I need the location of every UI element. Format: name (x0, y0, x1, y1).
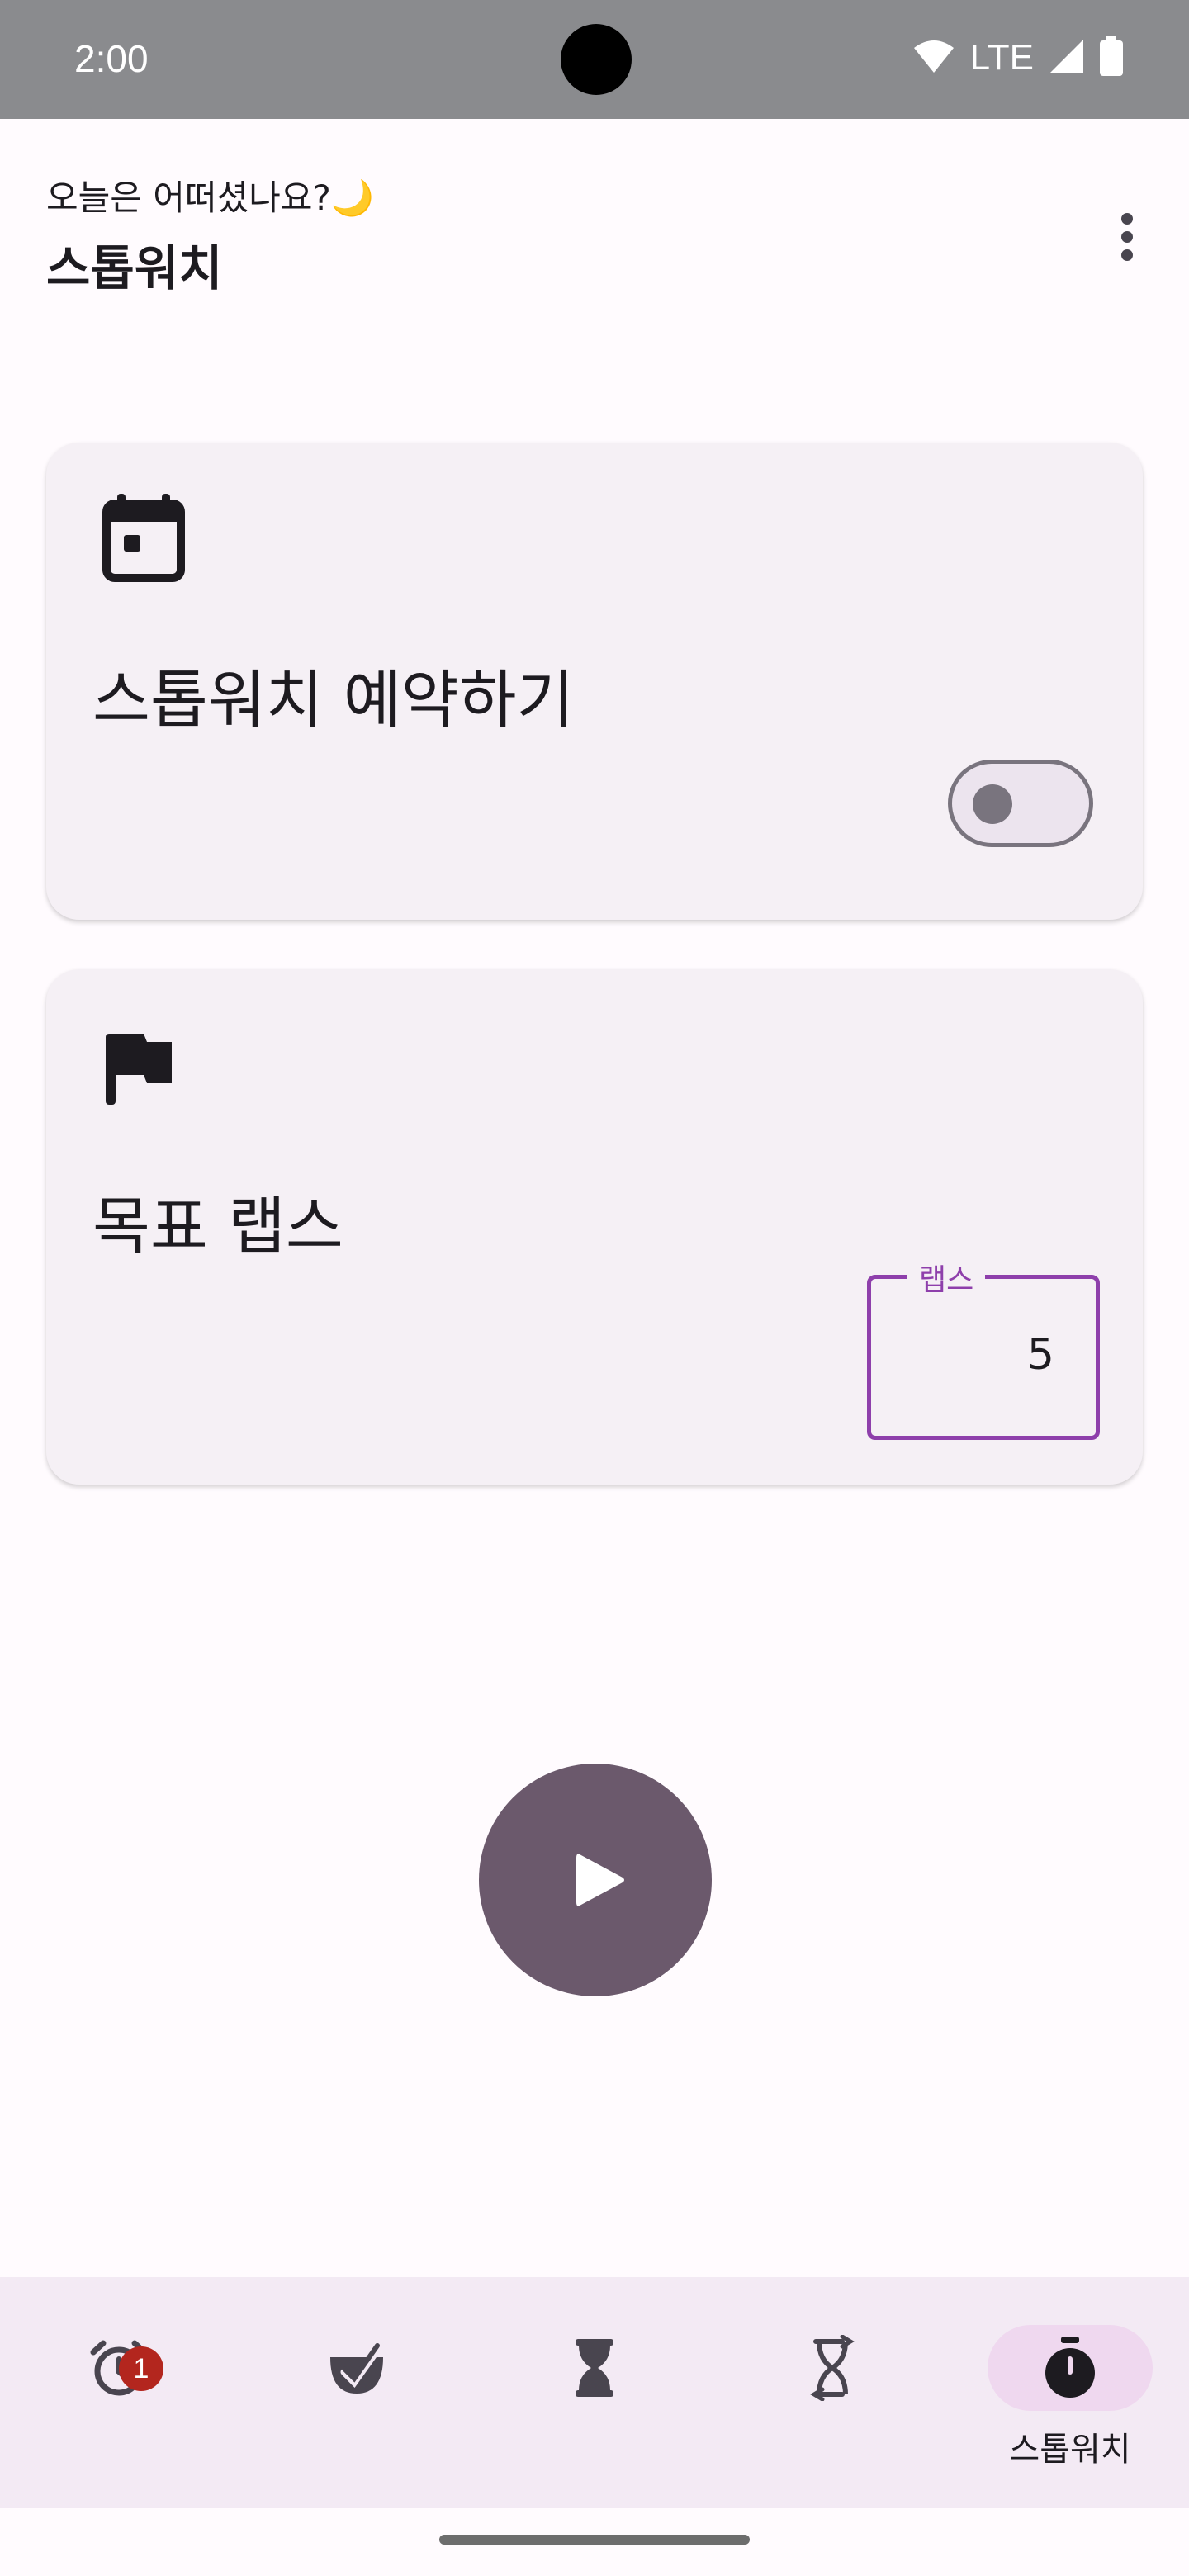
task-check-icon (274, 2325, 439, 2411)
play-icon (576, 1854, 624, 1906)
nav-item-tasks[interactable] (238, 2277, 476, 2508)
nav-item-stopwatch[interactable]: 스톱워치 (951, 2277, 1189, 2508)
toggle-knob (973, 784, 1012, 824)
more-vert-icon (1121, 213, 1133, 225)
page-title: 스톱워치 (46, 240, 223, 296)
home-indicator[interactable] (439, 2535, 750, 2545)
hourglass-icon (512, 2325, 677, 2411)
wifi-icon (912, 38, 955, 78)
laps-title: 목표 랩스 (92, 1190, 343, 1263)
schedule-title: 스톱워치 예약하기 (92, 663, 575, 736)
nav-item-timer[interactable] (476, 2277, 713, 2508)
laps-input-label: 랩스 (907, 1256, 986, 1299)
target-laps-card: 목표 랩스 랩스 5 (46, 969, 1143, 1485)
camera-cutout (561, 24, 632, 95)
stopwatch-icon (988, 2325, 1153, 2411)
nav-item-alarm[interactable]: 1 (0, 2277, 238, 2508)
calendar-icon (102, 494, 185, 586)
schedule-card: 스톱워치 예약하기 (46, 443, 1143, 920)
start-button[interactable] (479, 1764, 712, 1996)
network-type: LTE (969, 37, 1034, 78)
laps-input[interactable]: 랩스 5 (867, 1256, 1100, 1440)
signal-icon (1049, 38, 1085, 78)
status-icons: LTE (912, 36, 1123, 79)
nav-item-interval[interactable] (713, 2277, 951, 2508)
battery-icon (1100, 36, 1123, 79)
bottom-navigation: 1 스톱워치 (0, 2277, 1189, 2508)
flag-icon (102, 1030, 177, 1110)
schedule-toggle[interactable] (948, 760, 1093, 847)
hourglass-repeat-icon (750, 2325, 915, 2411)
more-options-button[interactable] (1106, 206, 1148, 264)
status-bar: 2:00 LTE (0, 0, 1189, 119)
status-time: 2:00 (74, 37, 149, 80)
laps-input-value: 5 (1026, 1330, 1054, 1380)
notification-badge: 1 (119, 2346, 163, 2391)
greeting-text: 오늘은 어떠셨나요?🌙 (46, 178, 375, 218)
nav-label-stopwatch: 스톱워치 (1009, 2431, 1131, 2469)
